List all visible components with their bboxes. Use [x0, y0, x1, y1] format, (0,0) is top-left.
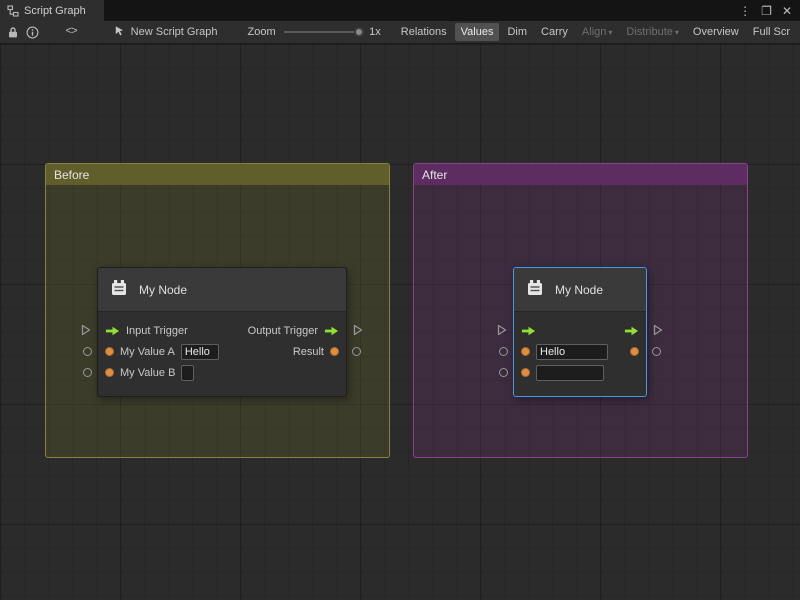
port-row-value-b: My Value B — [98, 362, 346, 383]
node-body: Hello — [514, 312, 646, 396]
my-value-a-input[interactable]: Hello — [536, 344, 608, 360]
group-after-title: After — [422, 168, 447, 182]
maximize-icon[interactable]: ❐ — [761, 4, 772, 18]
external-trigger-port-icon[interactable] — [81, 324, 91, 336]
external-value-port-icon[interactable] — [352, 347, 361, 356]
node-title: My Node — [555, 283, 603, 297]
code-icon[interactable]: <> — [65, 26, 76, 38]
toolbar: <> New Script Graph Zoom 1x Relations Va… — [0, 21, 800, 44]
pointer-icon — [113, 24, 126, 40]
info-icon[interactable] — [23, 22, 42, 42]
port-row-value-a: Hello — [514, 341, 646, 362]
flow-output-icon[interactable] — [624, 325, 639, 337]
zoom-slider-thumb[interactable] — [354, 27, 364, 37]
port-row-trigger: Input Trigger Output Trigger — [98, 320, 346, 341]
tab-label: Script Graph — [24, 5, 86, 17]
zoom-slider[interactable] — [284, 22, 365, 42]
dim-button[interactable]: Dim — [501, 23, 533, 41]
tab-bar: Script Graph ⋮ ❐ ✕ — [0, 0, 800, 21]
flow-input-icon[interactable] — [521, 325, 536, 337]
kebab-menu-icon[interactable]: ⋮ — [739, 4, 751, 18]
chevron-down-icon: ▾ — [675, 28, 679, 37]
node-my-node-after[interactable]: My Node Hello — [513, 267, 647, 397]
my-value-a-input[interactable]: Hello — [181, 344, 219, 360]
zoom-value: 1x — [369, 26, 381, 38]
result-label: Result — [293, 346, 324, 358]
my-value-b-label: My Value B — [120, 367, 175, 379]
align-dropdown[interactable]: Align▾ — [576, 23, 618, 41]
external-value-port-icon[interactable] — [652, 347, 661, 356]
value-port-icon[interactable] — [105, 368, 114, 377]
new-script-graph-label: New Script Graph — [131, 26, 218, 38]
value-port-icon[interactable] — [521, 368, 530, 377]
values-button[interactable]: Values — [455, 23, 500, 41]
node-title: My Node — [139, 283, 187, 297]
input-trigger-label: Input Trigger — [126, 325, 188, 337]
node-icon — [524, 277, 546, 302]
graph-canvas[interactable]: Before After My Node Input Trigger — [0, 44, 800, 600]
value-port-icon[interactable] — [630, 347, 639, 356]
tab-script-graph[interactable]: Script Graph — [0, 0, 104, 21]
node-header[interactable]: My Node — [514, 268, 646, 312]
lock-icon[interactable] — [4, 22, 23, 42]
zoom-slider-track — [284, 31, 355, 33]
my-value-b-input[interactable] — [536, 365, 604, 381]
port-row-value-a: My Value A Hello Result — [98, 341, 346, 362]
external-value-port-icon[interactable] — [499, 347, 508, 356]
flow-output-icon[interactable] — [324, 325, 339, 337]
node-my-node-before[interactable]: My Node Input Trigger Output Trigger — [97, 267, 347, 397]
external-value-port-icon[interactable] — [83, 368, 92, 377]
node-body: Input Trigger Output Trigger My Value A … — [98, 312, 346, 396]
port-row-trigger — [514, 320, 646, 341]
external-value-port-icon[interactable] — [499, 368, 508, 377]
relations-button[interactable]: Relations — [395, 23, 453, 41]
group-before-header[interactable]: Before — [46, 164, 389, 185]
distribute-dropdown[interactable]: Distribute▾ — [620, 23, 684, 41]
zoom-label: Zoom — [247, 26, 275, 38]
align-label: Align — [582, 26, 606, 38]
graph-icon — [7, 5, 19, 17]
new-script-graph-button[interactable]: New Script Graph — [113, 24, 218, 40]
external-trigger-port-icon[interactable] — [497, 324, 507, 336]
my-value-a-label: My Value A — [120, 346, 175, 358]
external-trigger-port-icon[interactable] — [353, 324, 363, 336]
external-trigger-port-icon[interactable] — [653, 324, 663, 336]
carry-button[interactable]: Carry — [535, 23, 574, 41]
script-graph-window: Script Graph ⋮ ❐ ✕ <> New Script Graph Z… — [0, 0, 800, 600]
group-after-header[interactable]: After — [414, 164, 747, 185]
external-value-port-icon[interactable] — [83, 347, 92, 356]
value-port-icon[interactable] — [521, 347, 530, 356]
group-before-title: Before — [54, 168, 89, 182]
node-header[interactable]: My Node — [98, 268, 346, 312]
window-controls: ⋮ ❐ ✕ — [739, 0, 800, 21]
port-row-value-b — [514, 362, 646, 383]
my-value-b-input[interactable] — [181, 365, 194, 381]
fullscreen-button[interactable]: Full Scr — [747, 23, 796, 41]
overview-button[interactable]: Overview — [687, 23, 745, 41]
value-port-icon[interactable] — [105, 347, 114, 356]
chevron-down-icon: ▾ — [608, 28, 612, 37]
value-port-icon[interactable] — [330, 347, 339, 356]
flow-input-icon[interactable] — [105, 325, 120, 337]
close-icon[interactable]: ✕ — [782, 4, 792, 18]
node-icon — [108, 277, 130, 302]
distribute-label: Distribute — [626, 26, 672, 38]
output-trigger-label: Output Trigger — [248, 325, 318, 337]
